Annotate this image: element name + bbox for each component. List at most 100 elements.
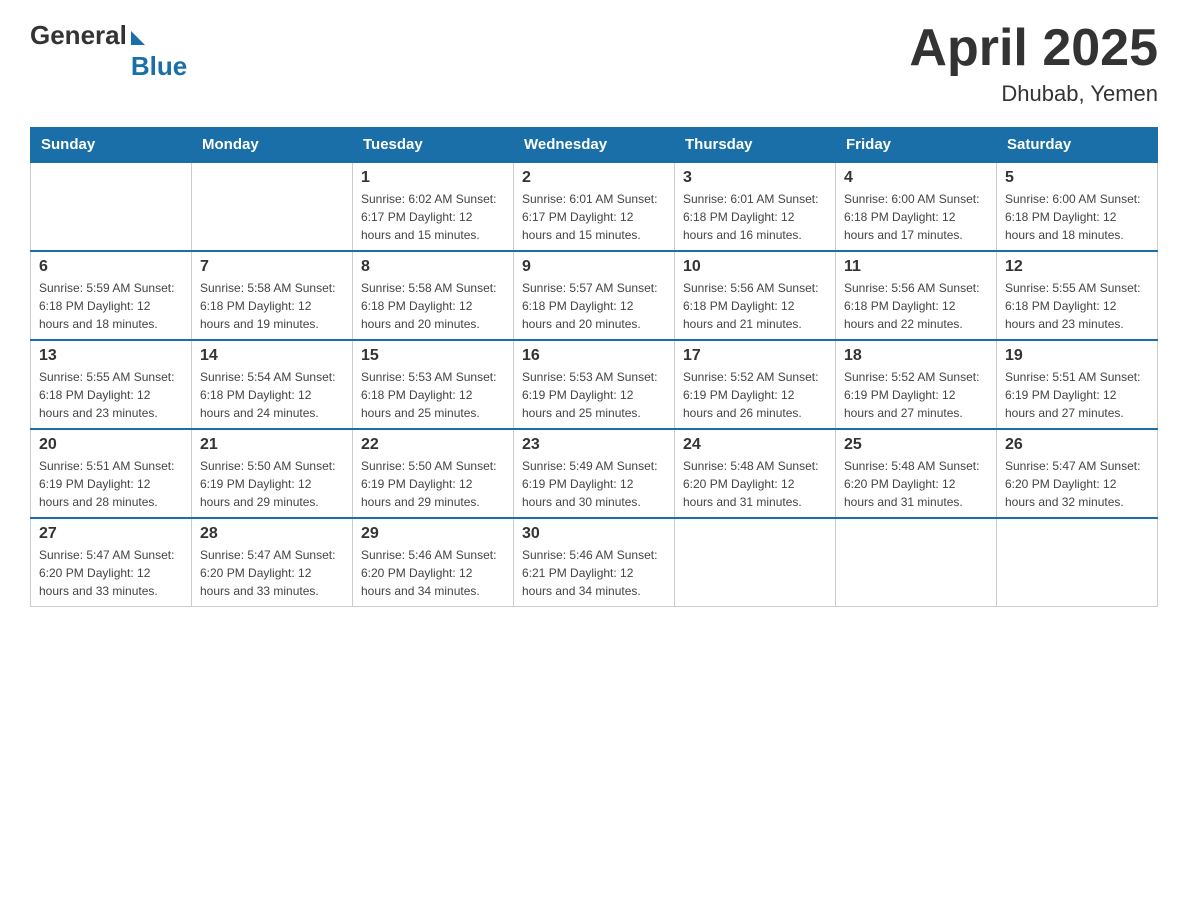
calendar-cell: 13 Sunrise: 5:55 AM Sunset: 6:18 PM Dayli… [31,340,192,429]
day-info: Sunrise: 5:55 AM Sunset: 6:18 PM Dayligh… [1005,279,1149,333]
day-number: 8 [361,258,505,276]
day-info: Sunrise: 5:51 AM Sunset: 6:19 PM Dayligh… [39,457,183,511]
calendar-cell [997,518,1158,607]
day-info: Sunrise: 5:47 AM Sunset: 6:20 PM Dayligh… [200,546,344,600]
header-day-friday: Friday [836,128,997,163]
day-number: 25 [844,436,988,454]
day-number: 19 [1005,347,1149,365]
day-info: Sunrise: 5:55 AM Sunset: 6:18 PM Dayligh… [39,368,183,422]
logo-blue-text: Blue [131,51,187,82]
calendar-cell: 5 Sunrise: 6:00 AM Sunset: 6:18 PM Daylig… [997,162,1158,251]
day-info: Sunrise: 5:50 AM Sunset: 6:19 PM Dayligh… [200,457,344,511]
day-info: Sunrise: 5:56 AM Sunset: 6:18 PM Dayligh… [683,279,827,333]
day-info: Sunrise: 5:47 AM Sunset: 6:20 PM Dayligh… [39,546,183,600]
calendar-cell: 6Sunrise: 5:59 AM Sunset: 6:18 PM Daylig… [31,251,192,340]
day-number: 22 [361,436,505,454]
day-number: 5 [1005,169,1149,187]
calendar-cell: 29 Sunrise: 5:46 AM Sunset: 6:20 PM Dayli… [353,518,514,607]
calendar-cell: 20 Sunrise: 5:51 AM Sunset: 6:19 PM Dayli… [31,429,192,518]
calendar-cell: 10Sunrise: 5:56 AM Sunset: 6:18 PM Dayli… [675,251,836,340]
header-day-sunday: Sunday [31,128,192,163]
logo-general-text: General [30,20,127,51]
day-info: Sunrise: 5:53 AM Sunset: 6:19 PM Dayligh… [522,368,666,422]
logo-arrow-icon [131,31,145,45]
day-number: 15 [361,347,505,365]
day-number: 21 [200,436,344,454]
day-info: Sunrise: 5:59 AM Sunset: 6:18 PM Dayligh… [39,279,183,333]
day-number: 3 [683,169,827,187]
day-info: Sunrise: 5:52 AM Sunset: 6:19 PM Dayligh… [683,368,827,422]
calendar-cell: 1 Sunrise: 6:02 AM Sunset: 6:17 PM Daylig… [353,162,514,251]
day-number: 29 [361,525,505,543]
day-info: Sunrise: 5:54 AM Sunset: 6:18 PM Dayligh… [200,368,344,422]
calendar-cell [836,518,997,607]
calendar-header-row: SundayMondayTuesdayWednesdayThursdayFrid… [31,128,1158,163]
calendar-cell: 24Sunrise: 5:48 AM Sunset: 6:20 PM Dayli… [675,429,836,518]
day-info: Sunrise: 5:58 AM Sunset: 6:18 PM Dayligh… [361,279,505,333]
calendar-cell: 11 Sunrise: 5:56 AM Sunset: 6:18 PM Dayli… [836,251,997,340]
calendar-cell: 26Sunrise: 5:47 AM Sunset: 6:20 PM Dayli… [997,429,1158,518]
day-number: 13 [39,347,183,365]
calendar-cell: 18 Sunrise: 5:52 AM Sunset: 6:19 PM Dayli… [836,340,997,429]
calendar-cell: 15 Sunrise: 5:53 AM Sunset: 6:18 PM Dayli… [353,340,514,429]
calendar-cell: 14 Sunrise: 5:54 AM Sunset: 6:18 PM Dayli… [192,340,353,429]
calendar-cell: 28Sunrise: 5:47 AM Sunset: 6:20 PM Dayli… [192,518,353,607]
day-info: Sunrise: 5:49 AM Sunset: 6:19 PM Dayligh… [522,457,666,511]
calendar-cell: 21 Sunrise: 5:50 AM Sunset: 6:19 PM Dayli… [192,429,353,518]
day-info: Sunrise: 5:53 AM Sunset: 6:18 PM Dayligh… [361,368,505,422]
day-info: Sunrise: 5:50 AM Sunset: 6:19 PM Dayligh… [361,457,505,511]
day-number: 16 [522,347,666,365]
calendar-cell: 23 Sunrise: 5:49 AM Sunset: 6:19 PM Dayli… [514,429,675,518]
day-number: 23 [522,436,666,454]
day-info: Sunrise: 5:51 AM Sunset: 6:19 PM Dayligh… [1005,368,1149,422]
day-number: 24 [683,436,827,454]
calendar-week-row: 27 Sunrise: 5:47 AM Sunset: 6:20 PM Dayli… [31,518,1158,607]
day-number: 2 [522,169,666,187]
day-number: 30 [522,525,666,543]
day-info: Sunrise: 6:01 AM Sunset: 6:18 PM Dayligh… [683,190,827,244]
header-day-saturday: Saturday [997,128,1158,163]
calendar-cell: 22 Sunrise: 5:50 AM Sunset: 6:19 PM Dayli… [353,429,514,518]
calendar-cell: 12 Sunrise: 5:55 AM Sunset: 6:18 PM Dayli… [997,251,1158,340]
day-number: 11 [844,258,988,276]
calendar-week-row: 1 Sunrise: 6:02 AM Sunset: 6:17 PM Daylig… [31,162,1158,251]
calendar-week-row: 13 Sunrise: 5:55 AM Sunset: 6:18 PM Dayli… [31,340,1158,429]
day-info: Sunrise: 5:57 AM Sunset: 6:18 PM Dayligh… [522,279,666,333]
day-info: Sunrise: 6:01 AM Sunset: 6:17 PM Dayligh… [522,190,666,244]
calendar-week-row: 20 Sunrise: 5:51 AM Sunset: 6:19 PM Dayli… [31,429,1158,518]
day-number: 18 [844,347,988,365]
calendar-cell: 27 Sunrise: 5:47 AM Sunset: 6:20 PM Dayli… [31,518,192,607]
day-info: Sunrise: 5:46 AM Sunset: 6:20 PM Dayligh… [361,546,505,600]
day-info: Sunrise: 6:00 AM Sunset: 6:18 PM Dayligh… [844,190,988,244]
calendar-cell: 19 Sunrise: 5:51 AM Sunset: 6:19 PM Dayli… [997,340,1158,429]
day-info: Sunrise: 5:48 AM Sunset: 6:20 PM Dayligh… [844,457,988,511]
calendar-cell: 3 Sunrise: 6:01 AM Sunset: 6:18 PM Daylig… [675,162,836,251]
calendar-location: Dhubab, Yemen [909,81,1158,107]
day-number: 9 [522,258,666,276]
calendar-cell: 16 Sunrise: 5:53 AM Sunset: 6:19 PM Dayli… [514,340,675,429]
page-header: General General Blue April 2025 Dhubab, … [30,20,1158,107]
day-info: Sunrise: 5:47 AM Sunset: 6:20 PM Dayligh… [1005,457,1149,511]
calendar-cell [192,162,353,251]
day-number: 20 [39,436,183,454]
calendar-cell: 8 Sunrise: 5:58 AM Sunset: 6:18 PM Daylig… [353,251,514,340]
header-day-thursday: Thursday [675,128,836,163]
day-number: 1 [361,169,505,187]
day-number: 14 [200,347,344,365]
day-info: Sunrise: 5:46 AM Sunset: 6:21 PM Dayligh… [522,546,666,600]
day-info: Sunrise: 6:00 AM Sunset: 6:18 PM Dayligh… [1005,190,1149,244]
day-number: 12 [1005,258,1149,276]
day-number: 7 [200,258,344,276]
day-number: 27 [39,525,183,543]
day-number: 4 [844,169,988,187]
title-section: April 2025 Dhubab, Yemen [909,20,1158,107]
day-info: Sunrise: 5:52 AM Sunset: 6:19 PM Dayligh… [844,368,988,422]
calendar-cell: 2 Sunrise: 6:01 AM Sunset: 6:17 PM Daylig… [514,162,675,251]
calendar-table: SundayMondayTuesdayWednesdayThursdayFrid… [30,127,1158,607]
calendar-week-row: 6Sunrise: 5:59 AM Sunset: 6:18 PM Daylig… [31,251,1158,340]
day-info: Sunrise: 5:56 AM Sunset: 6:18 PM Dayligh… [844,279,988,333]
logo: General General Blue [30,20,187,82]
day-info: Sunrise: 6:02 AM Sunset: 6:17 PM Dayligh… [361,190,505,244]
calendar-cell [675,518,836,607]
calendar-cell [31,162,192,251]
